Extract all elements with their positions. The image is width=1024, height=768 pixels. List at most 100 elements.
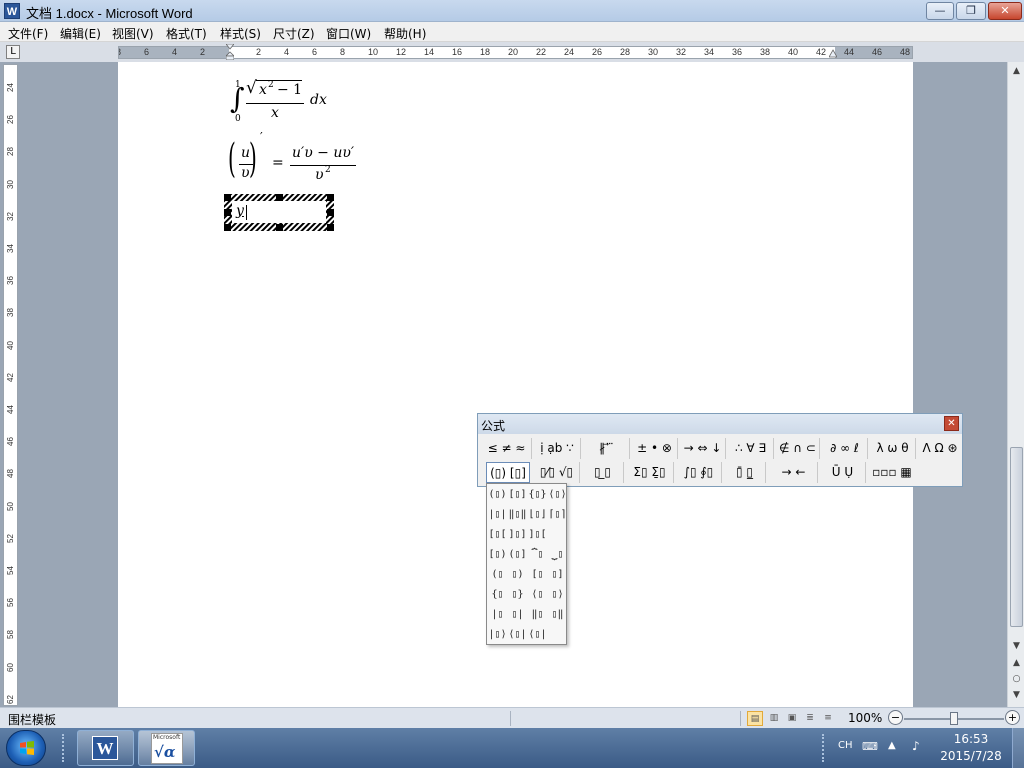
fence-template-cell[interactable]: {▯ xyxy=(488,586,507,604)
fence-template-cell[interactable]: |▯| xyxy=(488,506,507,524)
fence-template-cell[interactable]: ⟨▯| xyxy=(508,626,527,644)
fence-template-cell[interactable]: ▯| xyxy=(508,606,527,624)
fence-template-cell[interactable]: ▯⟩ xyxy=(548,586,567,604)
relational-symbols-button[interactable]: ≤ ≠ ≈ xyxy=(482,438,532,459)
scroll-thumb[interactable] xyxy=(1010,447,1023,627)
products-templates-button[interactable]: Ū Ụ xyxy=(820,462,866,483)
operator-symbols-button[interactable]: ± • ⊗ xyxy=(632,438,678,459)
minimize-button[interactable]: — xyxy=(926,2,954,20)
fraction-radical-templates-button[interactable]: ▯⁄▯ √▯ xyxy=(534,462,580,483)
menu-view[interactable]: 视图(V) xyxy=(110,24,156,43)
outline-view-icon[interactable]: ≣ xyxy=(802,711,818,726)
indent-marker-icon[interactable] xyxy=(226,44,234,60)
menu-file[interactable]: 文件(F) xyxy=(6,24,50,43)
arrow-symbols-button[interactable]: → ⇔ ↓ xyxy=(680,438,726,459)
keyboard-icon[interactable]: ⌨ xyxy=(862,740,878,753)
greek-uppercase-button[interactable]: Λ Ω ⊛ xyxy=(918,438,962,459)
clock-date[interactable]: 2015/7/28 xyxy=(937,749,1005,763)
matrix-templates-button[interactable]: ▫▫▫ ▦ xyxy=(870,462,914,483)
fence-template-cell[interactable]: ]▯[ xyxy=(528,526,547,544)
fence-template-cell[interactable]: (▯ xyxy=(488,566,507,584)
zoom-out-button[interactable]: − xyxy=(888,710,903,725)
fence-template-cell[interactable]: ⟨▯⟩ xyxy=(548,486,567,504)
greek-lowercase-button[interactable]: λ ω θ xyxy=(870,438,916,459)
fence-template-cell[interactable]: ⌊▯⌋ xyxy=(528,506,547,524)
fence-template-cell[interactable]: [▯) xyxy=(488,546,507,564)
draft-view-icon[interactable]: ≡ xyxy=(820,711,836,726)
vertical-scrollbar[interactable]: ▲ ▼ ▲ ○ ▼ xyxy=(1007,62,1024,707)
ruler-tick-label: 16 xyxy=(452,47,463,57)
fence-template-cell[interactable]: {▯} xyxy=(528,486,547,504)
next-page-icon[interactable]: ▼ xyxy=(1009,688,1024,703)
script-templates-button[interactable]: ▯ ̲▯ xyxy=(582,462,624,483)
zoom-in-button[interactable]: + xyxy=(1005,710,1020,725)
menu-window[interactable]: 窗口(W) xyxy=(324,24,373,43)
right-indent-icon[interactable] xyxy=(829,48,837,58)
equation-edit-object[interactable]: y xyxy=(224,194,334,231)
fence-template-cell[interactable]: [▯ xyxy=(528,566,547,584)
fence-template-cell[interactable]: ⏟▯ xyxy=(548,546,567,564)
browse-object-icon[interactable]: ○ xyxy=(1009,672,1024,687)
zoom-slider-thumb[interactable] xyxy=(950,712,958,725)
fence-template-cell[interactable]: (▯) xyxy=(488,486,507,504)
fence-template-cell[interactable]: [▯[ xyxy=(488,526,507,544)
print-layout-view-icon[interactable]: ▤ xyxy=(747,711,763,726)
fence-template-cell[interactable]: [▯] xyxy=(508,486,527,504)
scroll-down-icon[interactable]: ▼ xyxy=(1009,639,1024,654)
menu-size[interactable]: 尺寸(Z) xyxy=(271,24,317,43)
ime-indicator[interactable]: CH xyxy=(838,740,853,751)
ruler-tick-label: 40 xyxy=(788,47,799,57)
fence-template-cell[interactable]: ▯] xyxy=(548,566,567,584)
fence-template-cell[interactable]: ‖▯ xyxy=(528,606,547,624)
fence-template-cell[interactable]: ]▯] xyxy=(508,526,527,544)
horizontal-ruler[interactable]: 8642246810121416182022242628303234363840… xyxy=(118,46,913,59)
embellishments-button[interactable]: ∦ ⃗ ⃛ xyxy=(583,438,630,459)
scroll-up-icon[interactable]: ▲ xyxy=(1009,64,1024,79)
fence-template-cell[interactable]: ⟨▯|▯⟩ xyxy=(528,626,547,644)
tab-selector[interactable]: L xyxy=(6,45,20,59)
labeled-arrow-templates-button[interactable]: → ← xyxy=(770,462,818,483)
misc-symbols-button[interactable]: ∂ ∞ ℓ xyxy=(822,438,868,459)
fence-template-cell[interactable]: (▯] xyxy=(508,546,527,564)
volume-icon[interactable]: ♪ xyxy=(912,739,920,753)
clock-time[interactable]: 16:53 xyxy=(941,732,1001,746)
bar-templates-button[interactable]: ▯̄ ▯̲ xyxy=(724,462,766,483)
fence-template-cell[interactable]: ▯} xyxy=(508,586,527,604)
logical-symbols-button[interactable]: ∴ ∀ ∃ xyxy=(728,438,774,459)
taskbar-mathtype[interactable]: Microsoft √α xyxy=(138,730,195,766)
summation-templates-button[interactable]: Σ▯ Σ̱▯ xyxy=(626,462,674,483)
integral-templates-button[interactable]: ∫▯ ∮▯ xyxy=(676,462,722,483)
vertical-ruler[interactable]: 24 26 28 30 32 34 36 38 40 42 44 46 48 50 52 54 56 58 60 62 xyxy=(3,64,18,706)
zoom-level[interactable]: 100% xyxy=(848,711,882,725)
fence-template-cell[interactable]: ▯) xyxy=(508,566,527,584)
menu-format[interactable]: 格式(T) xyxy=(164,24,209,43)
spaces-ellipses-button[interactable]: ị ạb ∵ xyxy=(534,438,581,459)
ruler-tick-label: 24 xyxy=(6,83,15,92)
prev-page-icon[interactable]: ▲ xyxy=(1009,656,1024,671)
maximize-button[interactable]: ❐ xyxy=(956,2,986,20)
fence-template-cell[interactable]: ‖▯‖ xyxy=(508,506,527,524)
fence-template-cell[interactable]: ⌈▯⌉ xyxy=(548,506,567,524)
close-button[interactable]: ✕ xyxy=(988,2,1022,20)
show-desktop-button[interactable] xyxy=(1012,728,1024,768)
set-theory-symbols-button[interactable]: ∉ ∩ ⊂ xyxy=(776,438,820,459)
menu-help[interactable]: 帮助(H) xyxy=(382,24,428,43)
word-app-icon[interactable]: W xyxy=(4,3,20,19)
editing-text[interactable]: y xyxy=(236,203,244,219)
fence-templates-button[interactable]: (▯) [▯] xyxy=(486,462,530,483)
menu-style[interactable]: 样式(S) xyxy=(218,24,263,43)
word-icon: W xyxy=(92,736,118,760)
start-button[interactable] xyxy=(6,730,46,766)
show-hidden-icons-icon[interactable]: ▲ xyxy=(888,740,896,751)
fence-template-cell[interactable]: |▯⟩ xyxy=(488,626,507,644)
fence-template-cell[interactable]: ⟨▯ xyxy=(528,586,547,604)
taskbar-word[interactable]: W xyxy=(77,730,134,766)
formula-toolbar-titlebar[interactable]: 公式 ✕ xyxy=(478,414,962,434)
fence-template-cell[interactable]: |▯ xyxy=(488,606,507,624)
menu-edit[interactable]: 编辑(E) xyxy=(58,24,103,43)
reading-view-icon[interactable]: ▥ xyxy=(766,711,782,726)
fence-template-cell[interactable]: ⏞▯ xyxy=(528,546,547,564)
web-layout-view-icon[interactable]: ▣ xyxy=(784,711,800,726)
fence-template-cell[interactable]: ▯‖ xyxy=(548,606,567,624)
formula-toolbar-close-button[interactable]: ✕ xyxy=(944,416,959,431)
